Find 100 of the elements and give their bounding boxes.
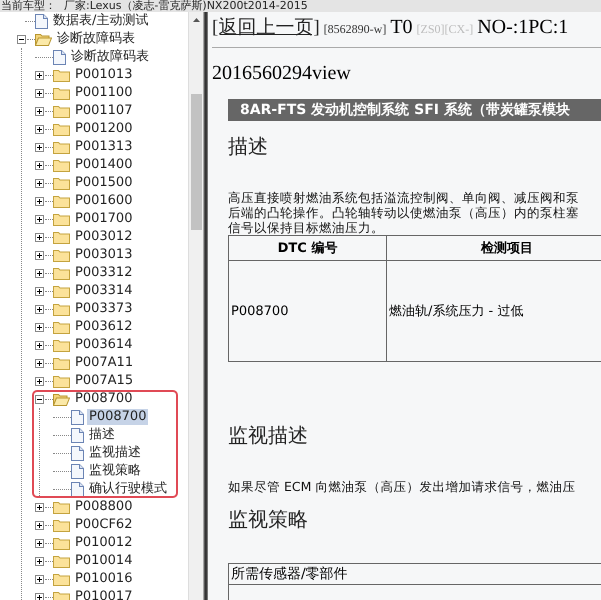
collapse-toggle-icon[interactable] [35, 394, 44, 404]
folder-icon [53, 212, 70, 226]
doc-code: [8562890-w] [324, 22, 386, 37]
expand-toggle-icon[interactable] [35, 232, 44, 242]
folder-icon [53, 554, 70, 568]
tree-item[interactable]: P00CF62 [73, 517, 134, 533]
folder-icon [53, 518, 70, 532]
folder-icon [53, 122, 70, 136]
tree-item[interactable]: P001100 [73, 85, 134, 101]
expand-toggle-icon[interactable] [35, 142, 44, 152]
system-banner: 8AR-FTS 发动机控制系统 SFI 系统（带炭罐泵模块 [228, 99, 601, 121]
t-label: T0 [390, 16, 413, 39]
column-header: DTC 编号 [228, 236, 386, 260]
paragraph-line: 如果尽管 ECM 向燃油泵（高压）发出增加请求信号，燃油压 [228, 479, 576, 494]
expand-toggle-icon[interactable] [35, 304, 44, 314]
folder-icon [53, 374, 70, 388]
tree-item[interactable]: P003012 [73, 229, 134, 245]
tree-item[interactable]: P001313 [73, 139, 134, 155]
tree-item[interactable]: 描述 [87, 427, 117, 443]
expand-toggle-icon[interactable] [35, 214, 44, 224]
expand-toggle-icon[interactable] [35, 196, 44, 206]
document-icon [71, 428, 84, 442]
collapse-toggle-icon[interactable] [17, 34, 26, 44]
tree-item[interactable]: P003373 [73, 301, 134, 317]
expand-toggle-icon[interactable] [35, 268, 44, 278]
tree-item[interactable]: P008700 [87, 409, 148, 425]
tree-item[interactable]: P001400 [73, 157, 134, 173]
scrollbar-thumb[interactable] [191, 94, 202, 230]
tree-item[interactable]: P010016 [73, 571, 134, 587]
section-heading: 监视策略 [228, 506, 309, 533]
folder-icon [53, 158, 70, 172]
expand-toggle-icon[interactable] [35, 502, 44, 512]
open-folder-icon [35, 32, 52, 46]
tree-item[interactable]: P010014 [73, 553, 134, 569]
document-icon [53, 50, 66, 64]
expand-toggle-icon[interactable] [35, 88, 44, 98]
expand-toggle-icon[interactable] [35, 520, 44, 530]
paragraph-line: 高压直接喷射燃油系统包括溢流控制阀、单向阀、减压阀和泵 [228, 190, 580, 205]
expand-toggle-icon[interactable] [35, 556, 44, 566]
expand-toggle-icon[interactable] [35, 70, 44, 80]
tree-item[interactable]: P003314 [73, 283, 134, 299]
folder-icon [53, 86, 70, 100]
expand-toggle-icon[interactable] [35, 286, 44, 296]
table-cell: P008700 [228, 260, 386, 362]
tree-item[interactable]: P001600 [73, 193, 134, 209]
tree-item[interactable]: P007A15 [73, 373, 136, 389]
doc-id: 2016560294view [212, 62, 352, 85]
folder-icon [53, 176, 70, 190]
expand-toggle-icon[interactable] [35, 376, 44, 386]
vehicle-label: 当前车型： [1, 0, 56, 12]
back-link[interactable]: [返回上一页] [212, 14, 320, 40]
tree-item[interactable]: P003614 [73, 337, 134, 353]
tree-item[interactable]: P003612 [73, 319, 134, 335]
tree-item[interactable]: 监视策略 [87, 463, 143, 479]
expand-toggle-icon[interactable] [35, 178, 44, 188]
tree-item[interactable]: P001200 [73, 121, 134, 137]
tree-item[interactable]: 诊断故障码表 [69, 49, 151, 65]
expand-toggle-icon[interactable] [35, 160, 44, 170]
tree-item[interactable]: P001107 [73, 103, 134, 119]
tree-item[interactable]: P010017 [73, 589, 134, 600]
tree-item[interactable]: P003013 [73, 247, 134, 263]
tree-item[interactable]: P008700 [73, 391, 134, 407]
vehicle-info: 厂家:Lexus（凌志-雷克萨斯)NX200t2014-2015 [64, 0, 308, 12]
tree-item[interactable]: P001700 [73, 211, 134, 227]
expand-toggle-icon[interactable] [35, 592, 44, 600]
tree-item[interactable]: P003312 [73, 265, 134, 281]
tree-item[interactable]: 数据表/主动测试 [51, 13, 150, 29]
expand-toggle-icon[interactable] [35, 250, 44, 260]
scrollbar[interactable] [188, 12, 203, 600]
tree-item[interactable]: 监视描述 [87, 445, 143, 461]
expand-toggle-icon[interactable] [35, 574, 44, 584]
expand-toggle-icon[interactable] [35, 124, 44, 134]
paragraph-line: 信号以保持目标燃油压力。 [228, 220, 385, 235]
section-heading: 监视描述 [228, 422, 309, 449]
section-heading: 描述 [228, 133, 269, 160]
tree-item[interactable]: 诊断故障码表 [55, 31, 137, 47]
folder-icon [53, 284, 70, 298]
folder-icon [53, 230, 70, 244]
paragraph-line: 后端的凸轮操作。凸轮轴转动以使燃油泵（高压）内的泵柱塞 [228, 205, 580, 220]
folder-icon [53, 266, 70, 280]
tree-item[interactable]: P010012 [73, 535, 134, 551]
expand-toggle-icon[interactable] [35, 322, 44, 332]
tree-item[interactable]: P001500 [73, 175, 134, 191]
document-icon [71, 446, 84, 460]
folder-icon [53, 104, 70, 118]
tree-item[interactable]: P008800 [73, 499, 134, 515]
folder-icon [53, 356, 70, 370]
tree-item[interactable]: P007A11 [73, 355, 136, 371]
folder-icon [53, 536, 70, 550]
folder-icon [53, 590, 70, 600]
document-icon [71, 464, 84, 478]
expand-toggle-icon[interactable] [35, 538, 44, 548]
expand-toggle-icon[interactable] [35, 106, 44, 116]
expand-toggle-icon[interactable] [35, 358, 44, 368]
tree-item[interactable]: P001013 [73, 67, 134, 83]
folder-icon [53, 248, 70, 262]
folder-icon [53, 572, 70, 586]
expand-toggle-icon[interactable] [35, 340, 44, 350]
tree-item[interactable]: 确认行驶模式 [87, 481, 169, 497]
scroll-up-icon[interactable] [192, 18, 200, 22]
